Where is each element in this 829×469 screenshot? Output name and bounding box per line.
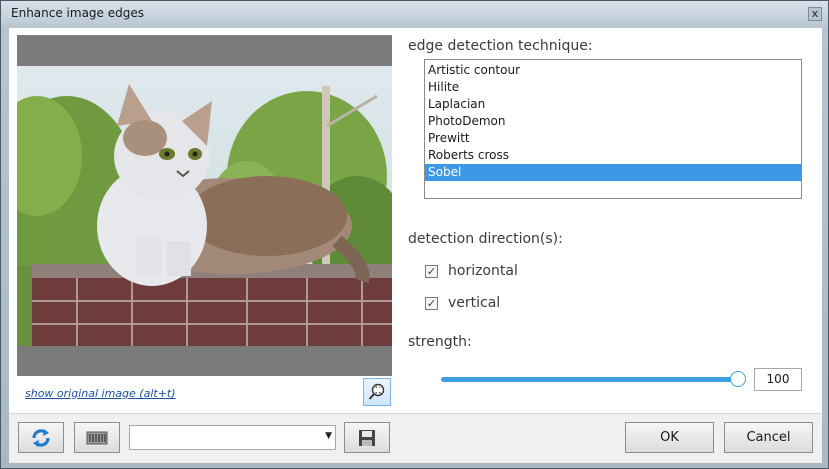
vertical-option[interactable]: ✓ vertical [425,295,500,311]
cancel-button[interactable]: Cancel [724,422,813,453]
technique-item-prewitt[interactable]: Prewitt [425,130,801,147]
cat-preview-illustration [17,66,392,346]
vertical-checkbox[interactable]: ✓ [425,296,438,310]
close-button[interactable]: x [808,7,822,21]
technique-item-sobel[interactable]: Sobel [425,164,801,181]
ok-button[interactable]: OK [625,422,714,453]
window-title: Enhance image edges [11,6,144,20]
direction-label: detection direction(s): [408,231,563,247]
title-bar: Enhance image edges x [1,1,828,27]
dialog-content: show original image (alt+t) edge detecti… [9,28,822,413]
technique-label: edge detection technique: [408,38,593,54]
strength-slider-track[interactable] [441,377,738,382]
close-icon: x [811,7,819,20]
technique-item-hilite[interactable]: Hilite [425,79,801,96]
technique-item-photodemon[interactable]: PhotoDemon [425,113,801,130]
strength-slider-thumb[interactable] [730,371,746,387]
show-original-link[interactable]: show original image (alt+t) [25,387,176,400]
technique-item-artistic-contour[interactable]: Artistic contour [425,62,801,79]
vertical-label: vertical [448,295,501,311]
zoom-fit-icon [368,383,385,400]
strength-input[interactable]: 100 [754,368,802,391]
dialog-footer: ▼ OK Cancel [9,413,822,463]
zoom-fit-button[interactable] [363,378,391,406]
strength-label: strength: [408,334,472,350]
preset-combobox[interactable]: ▼ [129,425,336,450]
horizontal-label: horizontal [448,263,518,279]
reset-icon [32,428,50,447]
technique-listbox[interactable]: Artistic contour Hilite Laplacian PhotoD… [424,59,802,199]
save-preset-button[interactable] [344,422,390,453]
technique-item-roberts-cross[interactable]: Roberts cross [425,147,801,164]
reset-button[interactable] [18,422,64,453]
randomize-icon [86,431,108,444]
preview-area [17,35,392,376]
technique-item-laplacian[interactable]: Laplacian [425,96,801,113]
save-preset-icon [359,429,375,446]
horizontal-option[interactable]: ✓ horizontal [425,263,518,279]
dropdown-arrow-icon[interactable]: ▼ [325,431,332,441]
effect-preview-image [17,66,392,346]
dialog-window: Enhance image edges x show original imag… [0,0,829,469]
randomize-button[interactable] [74,422,120,453]
horizontal-checkbox[interactable]: ✓ [425,264,438,278]
